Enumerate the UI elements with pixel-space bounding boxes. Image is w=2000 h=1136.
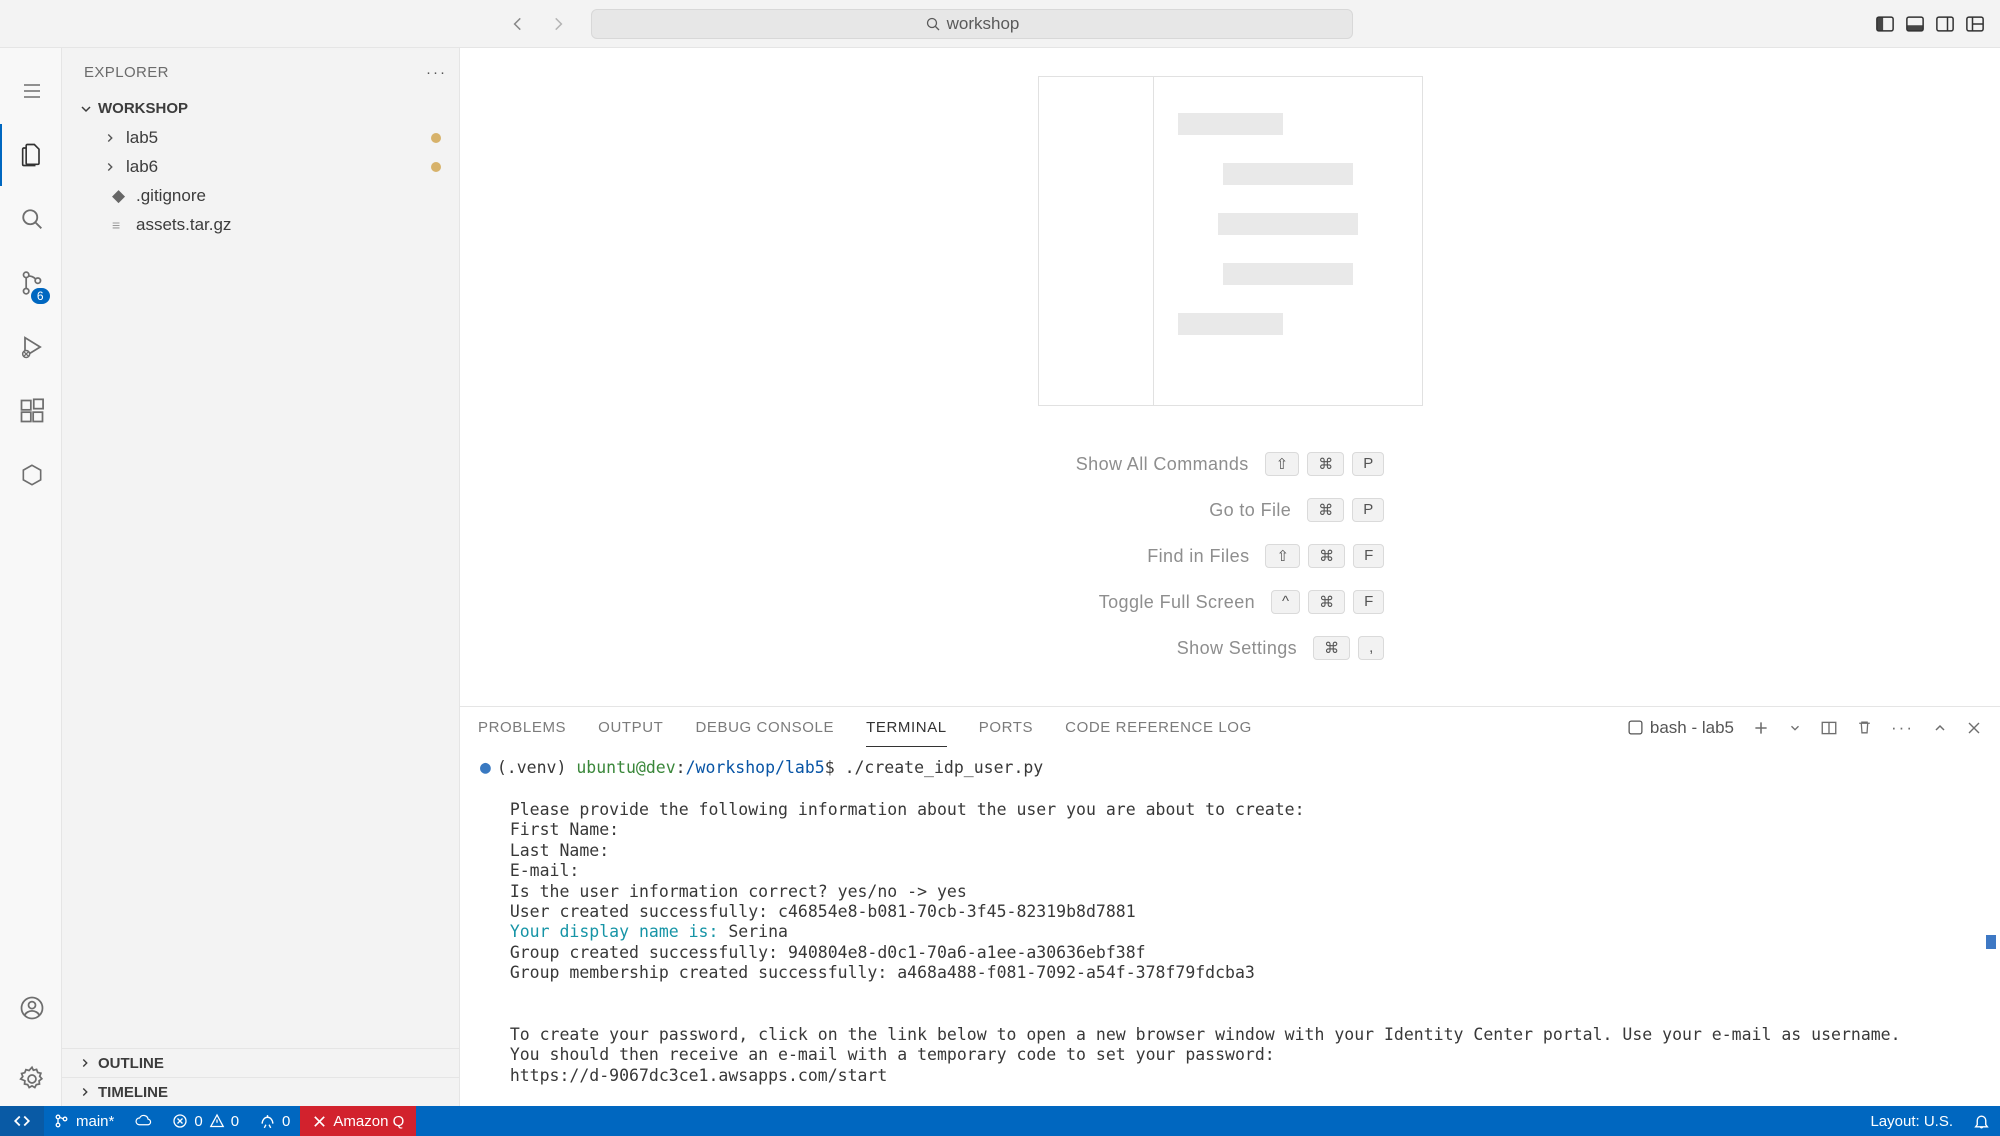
customize-layout-icon[interactable]	[1962, 11, 1988, 37]
shortcut-label: Go to File	[1209, 500, 1291, 521]
tree-file-assets[interactable]: ≡ assets.tar.gz	[88, 210, 459, 239]
shortcut-row: Show Settings ⌘,	[1177, 636, 1384, 660]
editor-area: Show All Commands ⇧ ⌘ P Go to File ⌘ P Find in …	[460, 48, 2000, 1106]
explorer-sidebar: EXPLORER ··· WORKSHOP lab5 lab6	[62, 48, 460, 1106]
kbd-key: ^	[1271, 590, 1300, 614]
kbd-key: ⌘	[1307, 452, 1344, 476]
shortcut-label: Toggle Full Screen	[1099, 592, 1255, 613]
kill-terminal-button[interactable]	[1856, 719, 1873, 736]
nav-forward-button[interactable]	[541, 10, 575, 38]
terminal-shell-picker[interactable]: bash - lab5	[1627, 718, 1734, 738]
amazon-q-status[interactable]: Amazon Q	[300, 1106, 416, 1136]
search-icon	[925, 16, 941, 32]
cloud-sync-status[interactable]	[124, 1112, 162, 1130]
tree-folder-lab5[interactable]: lab5	[88, 123, 459, 152]
shortcut-row: Go to File ⌘ P	[1209, 498, 1384, 522]
modified-dot-icon	[431, 133, 441, 143]
panel-tab-code-reference-log[interactable]: CODE REFERENCE LOG	[1065, 709, 1252, 747]
notifications-button[interactable]	[1963, 1113, 2000, 1130]
title-bar: workshop	[0, 0, 2000, 48]
status-bar: main* 0 0 0 Amazon Q Layout: U.S.	[0, 1106, 2000, 1136]
kbd-key: ⌘	[1308, 590, 1345, 614]
activity-explorer[interactable]	[0, 124, 62, 186]
toggle-primary-sidebar-icon[interactable]	[1872, 11, 1898, 37]
close-panel-button[interactable]	[1966, 720, 1982, 736]
kbd-key: ⇧	[1265, 452, 1300, 476]
ports-status[interactable]: 0	[249, 1113, 300, 1130]
split-terminal-button[interactable]	[1820, 719, 1838, 737]
terminal[interactable]: ●(.venv) ubuntu@dev:/workshop/lab5$ ./cr…	[460, 749, 2000, 1106]
panel-more-icon[interactable]: ···	[1891, 718, 1914, 738]
activity-menu-button[interactable]	[0, 60, 62, 122]
tree-folder-lab6[interactable]: lab6	[88, 152, 459, 181]
activity-accounts[interactable]	[0, 977, 62, 1039]
kbd-key: ⌘	[1307, 498, 1344, 522]
workspace-folder-name: WORKSHOP	[98, 100, 188, 117]
kbd-key: ⌘	[1308, 544, 1345, 568]
toggle-panel-icon[interactable]	[1902, 11, 1928, 37]
panel-tab-output[interactable]: OUTPUT	[598, 709, 663, 747]
chevron-down-icon	[78, 101, 94, 117]
keyboard-layout-status[interactable]: Layout: U.S.	[1860, 1113, 1963, 1130]
activity-source-control[interactable]: 6	[0, 252, 62, 314]
welcome-illustration	[1038, 76, 1423, 406]
shortcut-label: Show All Commands	[1076, 454, 1249, 475]
timeline-section[interactable]: TIMELINE	[62, 1077, 459, 1106]
activity-run-debug[interactable]	[0, 316, 62, 378]
kbd-key: ,	[1358, 636, 1384, 660]
nav-back-button[interactable]	[501, 10, 535, 38]
panel-tab-ports[interactable]: PORTS	[979, 709, 1033, 747]
panel-tab-terminal[interactable]: TERMINAL	[866, 709, 947, 747]
panel-tab-debug-console[interactable]: DEBUG CONSOLE	[695, 709, 834, 747]
toggle-secondary-sidebar-icon[interactable]	[1932, 11, 1958, 37]
kbd-key: F	[1353, 544, 1384, 568]
modified-dot-icon	[431, 162, 441, 172]
terminal-dropdown-icon[interactable]	[1788, 721, 1802, 735]
activity-bar: 6	[0, 48, 62, 1106]
panel-tabs: PROBLEMS OUTPUT DEBUG CONSOLE TERMINAL PORTS…	[460, 707, 2000, 749]
search-text: workshop	[947, 14, 1020, 34]
activity-settings[interactable]	[0, 1051, 62, 1106]
shortcut-list: Show All Commands ⇧ ⌘ P Go to File ⌘ P Find in …	[1076, 452, 1384, 660]
kbd-key: F	[1353, 590, 1384, 614]
kbd-key: P	[1352, 452, 1384, 476]
shortcut-row: Show All Commands ⇧ ⌘ P	[1076, 452, 1384, 476]
workspace-folder-header[interactable]: WORKSHOP	[72, 96, 459, 123]
new-terminal-button[interactable]	[1752, 719, 1770, 737]
shortcut-row: Find in Files ⇧ ⌘ F	[1147, 544, 1384, 568]
shortcut-label: Show Settings	[1177, 638, 1297, 659]
shortcut-label: Find in Files	[1147, 546, 1249, 567]
command-center-search[interactable]: workshop	[591, 9, 1353, 39]
file-tree: lab5 lab6 ◆ .gitignore ≡ assets.tar.gz	[72, 123, 459, 239]
kbd-key: ⇧	[1265, 544, 1300, 568]
outline-section[interactable]: OUTLINE	[62, 1048, 459, 1077]
remote-indicator[interactable]	[0, 1106, 44, 1136]
close-icon	[312, 1114, 327, 1129]
activity-extensions[interactable]	[0, 380, 62, 442]
bottom-panel: PROBLEMS OUTPUT DEBUG CONSOLE TERMINAL PORTS…	[460, 706, 2000, 1106]
tree-file-gitignore[interactable]: ◆ .gitignore	[88, 181, 459, 210]
scm-badge: 6	[31, 288, 50, 304]
maximize-panel-button[interactable]	[1932, 720, 1948, 736]
kbd-key: ⌘	[1313, 636, 1350, 660]
terminal-scrollbar[interactable]	[1986, 935, 1996, 949]
sidebar-title: EXPLORER	[84, 64, 169, 81]
sidebar-more-icon[interactable]: ···	[426, 64, 447, 81]
shortcut-row: Toggle Full Screen ^ ⌘ F	[1099, 590, 1385, 614]
bash-icon	[1627, 719, 1644, 736]
activity-aws[interactable]	[0, 444, 62, 506]
problems-status[interactable]: 0 0	[162, 1113, 249, 1130]
git-branch-status[interactable]: main*	[44, 1113, 124, 1130]
panel-tab-problems[interactable]: PROBLEMS	[478, 709, 566, 747]
kbd-key: P	[1352, 498, 1384, 522]
welcome-view: Show All Commands ⇧ ⌘ P Go to File ⌘ P Find in …	[460, 48, 2000, 706]
activity-search[interactable]	[0, 188, 62, 250]
